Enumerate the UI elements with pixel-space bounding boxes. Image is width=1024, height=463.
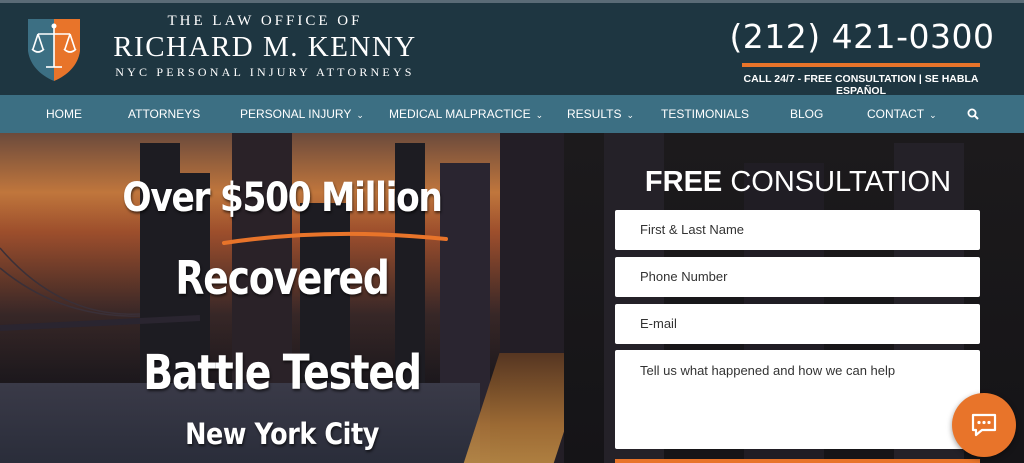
message-textarea[interactable]: Tell us what happened and how we can hel… — [615, 350, 980, 449]
nav-attorneys[interactable]: ATTORNEYS — [128, 107, 200, 121]
orange-underline-swoosh — [222, 231, 448, 245]
hero-headline-city: New York City — [185, 417, 379, 451]
nav-blog[interactable]: BLOG — [790, 107, 823, 121]
firm-logo-text[interactable]: THE LAW OFFICE OF RICHARD M. KENNY NYC P… — [100, 11, 430, 80]
chevron-down-icon: ⌄ — [356, 110, 364, 120]
chevron-down-icon: ⌄ — [929, 110, 937, 120]
nav-label: RESULTS — [567, 107, 622, 121]
phone-field[interactable]: Phone Number — [615, 257, 980, 297]
nav-label: MEDICAL MALPRACTICE — [389, 107, 531, 121]
nav-label: HOME — [46, 107, 82, 121]
logo-line-2: RICHARD M. KENNY — [113, 31, 417, 63]
chevron-down-icon: ⌄ — [626, 110, 635, 120]
hero-headline-amount: Over $500 Million — [122, 175, 443, 221]
chevron-down-icon: ⌄ — [535, 110, 544, 120]
logo-line-3: NYC PERSONAL INJURY ATTORNEYS — [115, 65, 415, 79]
logo-line-1: THE LAW OFFICE OF — [167, 13, 363, 29]
nav-label: PERSONAL INJURY — [240, 107, 352, 121]
phone-underline — [742, 63, 980, 67]
form-title: FREE CONSULTATION — [564, 166, 1024, 199]
call-24-7-text: CALL 24/7 - FREE CONSULTATION | SE HABLA… — [743, 73, 979, 97]
hero-headline-recovered: Recovered — [175, 251, 389, 305]
phone-number-link[interactable]: (212) 421-0300 — [724, 17, 1000, 56]
nav-contact[interactable]: CONTACT ⌄ — [867, 107, 937, 121]
hero-headline-battle-tested: Battle Tested — [143, 345, 422, 401]
main-nav: HOME ATTORNEYS PERSONAL INJURY ⌄ MEDICAL … — [0, 95, 1024, 133]
nav-medical-malpractice[interactable]: MEDICAL MALPRACTICE ⌄ — [389, 107, 543, 121]
nav-label: TESTIMONIALS — [661, 107, 750, 121]
nav-results[interactable]: RESULTS ⌄ — [567, 107, 634, 121]
name-field[interactable]: First & Last Name — [615, 210, 980, 250]
nav-label: ATTORNEYS — [128, 107, 201, 121]
form-title-bold: FREE — [644, 166, 723, 198]
email-field[interactable]: E-mail — [615, 304, 980, 344]
submit-button[interactable] — [615, 459, 980, 463]
chat-icon — [971, 413, 997, 437]
chat-button[interactable] — [952, 393, 1016, 457]
nav-label: BLOG — [790, 107, 824, 121]
nav-testimonials[interactable]: TESTIMONIALS — [661, 107, 749, 121]
site-header: THE LAW OFFICE OF RICHARD M. KENNY NYC P… — [0, 0, 1024, 97]
form-title-rest: CONSULTATION — [722, 166, 952, 198]
nav-home[interactable]: HOME — [46, 107, 82, 121]
search-icon[interactable] — [967, 108, 979, 120]
hero-banner: Over $500 Million Recovered Battle Teste… — [0, 133, 564, 463]
scales-of-justice-logo-icon[interactable] — [26, 17, 82, 83]
nav-label: CONTACT — [867, 107, 925, 121]
nav-personal-injury[interactable]: PERSONAL INJURY ⌄ — [240, 107, 364, 121]
